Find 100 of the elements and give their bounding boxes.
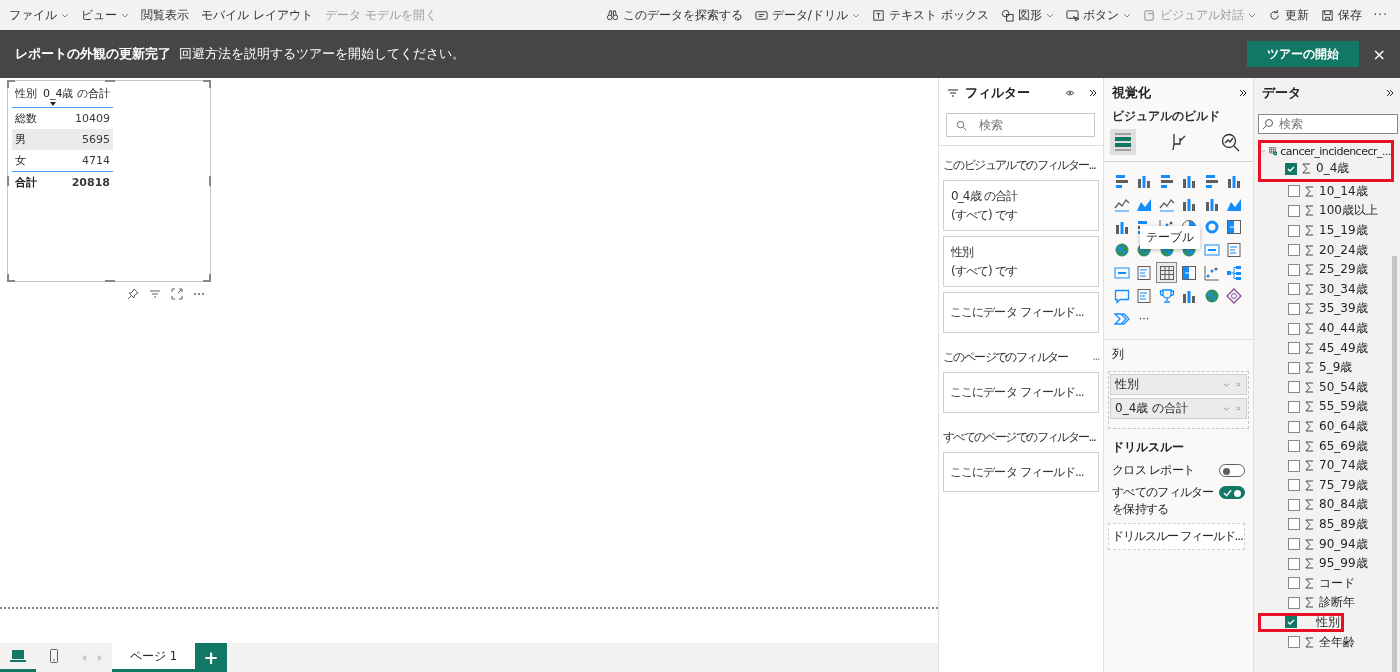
- checkbox[interactable]: [1288, 636, 1300, 649]
- toolbar-button[interactable]: このデータを探索する: [599, 3, 749, 27]
- checkbox[interactable]: [1288, 322, 1300, 335]
- checkbox[interactable]: [1288, 577, 1300, 590]
- field-name[interactable]: 全年齢: [1319, 633, 1355, 651]
- table-icon: [1158, 264, 1175, 281]
- table-name[interactable]: cancer_incidencecr_...: [1280, 144, 1391, 158]
- checkbox[interactable]: [1288, 263, 1300, 276]
- checkbox[interactable]: [1288, 283, 1300, 296]
- filter-card[interactable]: 0_4歳 の合計 (すべて) です: [943, 180, 1099, 232]
- pin-icon[interactable]: [127, 288, 139, 300]
- bar-chart-icon: [1203, 172, 1220, 189]
- toolbar-button[interactable]: データ/ドリル: [748, 3, 866, 27]
- field-chip[interactable]: 性別: [1110, 374, 1247, 395]
- eye-icon[interactable]: [1065, 89, 1075, 97]
- checkbox[interactable]: [1288, 538, 1300, 551]
- field-name[interactable]: 75_79歳: [1319, 476, 1368, 494]
- checkbox[interactable]: [1288, 518, 1300, 531]
- checkbox[interactable]: [1288, 185, 1300, 198]
- caret-icon[interactable]: [1223, 405, 1230, 412]
- field-name[interactable]: 80_84歳: [1319, 496, 1368, 514]
- checkbox[interactable]: [1288, 224, 1300, 237]
- field-name[interactable]: 5_9歳: [1319, 359, 1353, 377]
- field-name[interactable]: 40_44歳: [1319, 320, 1368, 338]
- checkbox[interactable]: [1288, 557, 1300, 570]
- checkbox[interactable]: [1288, 361, 1300, 374]
- more-button[interactable]: ···: [1367, 3, 1394, 27]
- checkbox[interactable]: [1288, 420, 1300, 433]
- field-name[interactable]: 50_54歳: [1319, 378, 1368, 396]
- caret-icon[interactable]: [1223, 381, 1230, 388]
- checkbox[interactable]: [1288, 498, 1300, 511]
- remove-icon[interactable]: [1235, 381, 1242, 388]
- toolbar-button[interactable]: ボタン: [1059, 3, 1137, 27]
- matrix-icon: [1181, 264, 1198, 281]
- search-field[interactable]: 検索: [1258, 114, 1398, 134]
- checkbox[interactable]: [1288, 302, 1300, 315]
- field-name[interactable]: 10_14歳: [1319, 182, 1368, 200]
- checkbox[interactable]: [1288, 440, 1300, 453]
- field-name[interactable]: 70_74歳: [1319, 457, 1368, 475]
- total-cell: 20818: [40, 171, 113, 193]
- drop-zone[interactable]: ドリルスルー フィールド...: [1108, 523, 1245, 551]
- drop-zone[interactable]: ここにデータ フィールド...: [943, 371, 1099, 413]
- start-tour-button[interactable]: ツアーの開始: [1246, 41, 1359, 67]
- field-name[interactable]: 45_49歳: [1319, 339, 1368, 357]
- field-name[interactable]: 85_89歳: [1319, 516, 1368, 533]
- field-chip[interactable]: 0_4歳 の合計: [1110, 398, 1247, 419]
- checkbox[interactable]: [1288, 400, 1300, 413]
- checkbox[interactable]: [1288, 479, 1300, 492]
- field-name[interactable]: 35_39歳: [1319, 300, 1368, 318]
- checkbox[interactable]: [1288, 381, 1300, 394]
- field-name[interactable]: 65_69歳: [1319, 437, 1368, 455]
- field-name[interactable]: 55_59歳: [1319, 398, 1368, 416]
- checkbox[interactable]: [1288, 342, 1300, 355]
- focus-mode-icon[interactable]: [171, 288, 183, 300]
- toolbar-button[interactable]: 更新: [1261, 3, 1315, 27]
- more-button[interactable]: ...: [1092, 348, 1099, 366]
- toolbar-button[interactable]: テキスト ボックス: [865, 3, 995, 27]
- checkbox[interactable]: [1288, 205, 1300, 217]
- remove-icon[interactable]: [1235, 405, 1242, 412]
- add-page-button[interactable]: +: [195, 643, 227, 672]
- collapse-icon[interactable]: [1089, 89, 1097, 97]
- field-name[interactable]: 30_34歳: [1319, 280, 1368, 298]
- page-tab[interactable]: ページ 1: [112, 643, 195, 672]
- table-cell: 10409: [40, 107, 113, 129]
- field-name[interactable]: コード: [1319, 574, 1355, 592]
- checkbox[interactable]: [1288, 244, 1300, 257]
- toolbar-button[interactable]: 保存: [1314, 3, 1368, 27]
- search-field[interactable]: 検索: [946, 113, 1095, 137]
- collapse-icon[interactable]: [1386, 89, 1394, 97]
- filter-card[interactable]: 性別 (すべて) です: [943, 236, 1099, 288]
- column-header[interactable]: 性別: [12, 84, 40, 108]
- checkbox[interactable]: [1288, 596, 1300, 609]
- field-name[interactable]: 90_94歳: [1319, 535, 1368, 553]
- menu-button[interactable]: ファイル: [3, 3, 75, 27]
- collapse-icon[interactable]: [1239, 89, 1247, 97]
- field-name[interactable]: 15_19歳: [1319, 222, 1368, 240]
- drop-zone[interactable]: ここにデータ フィールド...: [943, 451, 1099, 493]
- menu-button[interactable]: 閲覧表示: [135, 3, 195, 27]
- checkbox[interactable]: [1288, 459, 1300, 472]
- table-visual[interactable]: 性別 0_4歳 の合計 総数 10409 男 5695 女 4714 合計 20818: [7, 80, 211, 282]
- checkbox[interactable]: [1285, 162, 1297, 175]
- toolbar-button[interactable]: 図形: [994, 3, 1060, 27]
- field-name[interactable]: 95_99歳: [1319, 555, 1368, 573]
- more-visuals-button[interactable]: ···: [1138, 312, 1150, 325]
- filter-icon[interactable]: [149, 288, 161, 300]
- field-name[interactable]: 診断年: [1319, 594, 1355, 612]
- visual-type-button[interactable]: [1156, 262, 1178, 283]
- menu-button[interactable]: モバイル レイアウト: [195, 3, 319, 27]
- field-name[interactable]: 60_64歳: [1319, 418, 1368, 435]
- field-name[interactable]: 0_4歳: [1316, 160, 1350, 178]
- toggle-switch[interactable]: [1219, 485, 1245, 499]
- build-visual-tab[interactable]: [1110, 129, 1136, 155]
- toggle-switch[interactable]: [1219, 464, 1245, 477]
- field-name[interactable]: 20_24歳: [1319, 241, 1368, 259]
- drop-zone[interactable]: ここにデータ フィールド...: [943, 292, 1099, 333]
- field-name[interactable]: 100歳以上: [1319, 202, 1378, 220]
- field-name[interactable]: 25_29歳: [1319, 261, 1368, 279]
- close-button[interactable]: ×: [1372, 44, 1386, 64]
- menu-button[interactable]: ビュー: [75, 3, 135, 27]
- column-header[interactable]: 0_4歳 の合計: [40, 84, 113, 108]
